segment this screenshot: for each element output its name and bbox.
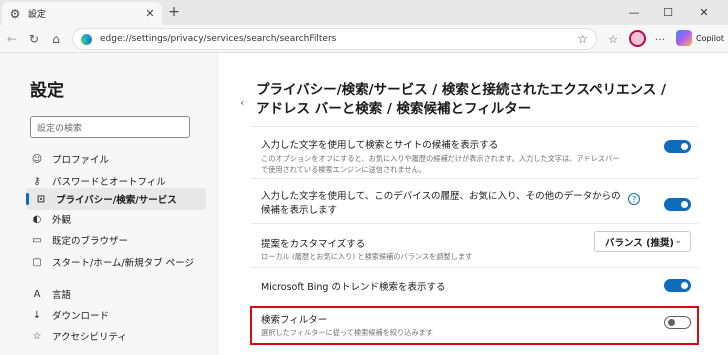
home-page-icon: ▢: [32, 256, 42, 268]
copilot-icon: [676, 30, 692, 46]
copilot-label: Copilot: [696, 33, 725, 43]
page-title: プライバシー/検索/サービス / 検索と接続されたエクスペリエンス / アドレス…: [256, 81, 686, 119]
sidebar-item-accessibility[interactable]: ☆ アクセシビリティ: [26, 325, 206, 347]
help-icon[interactable]: ?: [628, 193, 640, 205]
refresh-icon[interactable]: ↻: [26, 31, 42, 47]
home-icon[interactable]: ⌂: [48, 31, 64, 47]
page-title-line1: プライバシー/検索/サービス / 検索と接続されたエクスペリエンス /: [256, 82, 666, 98]
key-icon: ⚷: [33, 175, 41, 187]
setting-description-line2: で使用されている検索エンジンに送信されません。: [261, 165, 426, 174]
toolbar: ← ↻ ⌂ edge://settings/privacy/services/s…: [0, 25, 728, 53]
sidebar-item-label: ダウンロード: [52, 311, 110, 322]
sidebar-item-downloads[interactable]: ↓ ダウンロード: [26, 304, 206, 326]
setting-customize-suggestions: 提案をカスタマイズする ローカル (履歴とお気に入り) と検索候補のバランスを調…: [251, 223, 698, 265]
setting-device-suggestions: 入力した文字を使用して、このデバイスの履歴、お気に入り、その他のデータからの 候…: [251, 178, 698, 220]
highlight-box: [250, 306, 699, 345]
sidebar-item-label: プロファイル: [52, 155, 110, 166]
close-window-button[interactable]: ✕: [690, 3, 718, 21]
search-suggestions-toggle[interactable]: [664, 140, 691, 153]
selected-indicator: [26, 193, 29, 205]
sidebar-item-appearance[interactable]: ◐ 外観: [26, 208, 206, 230]
gear-icon: ⚙: [9, 6, 21, 21]
favorite-star-icon[interactable]: ☆: [577, 32, 588, 46]
setting-title: 提案をカスタマイズする: [261, 239, 366, 250]
setting-description-line1: このオプションをオフにすると、お気に入りや履歴の候補だけが表示されます。入力した…: [261, 154, 620, 163]
settings-content: 設定 設定の検索 ☺ プロファイル ⚷ パスワードとオートフィル ⊡ プライバシ…: [0, 53, 728, 355]
setting-search-suggestions: 入力した文字を使用して検索とサイトの候補を表示する このオプションをオフにすると…: [251, 126, 698, 178]
device-suggestions-toggle[interactable]: [664, 198, 691, 211]
browser-icon: ▭: [32, 234, 42, 246]
appearance-icon: ◐: [32, 213, 42, 225]
sidebar-item-label: アクセシビリティ: [52, 332, 127, 343]
bing-trending-toggle[interactable]: [664, 279, 691, 292]
sidebar-item-label: パスワードとオートフィル: [52, 177, 166, 188]
edge-logo-icon: [81, 33, 92, 45]
address-bar[interactable]: edge://settings/privacy/services/search/…: [72, 28, 597, 50]
page-title-line2: アドレス バーと検索 / 検索候補とフィルター: [256, 101, 532, 117]
chevron-down-icon: ⌄: [674, 236, 682, 246]
sidebar-item-label: 外観: [52, 215, 72, 226]
sidebar-item-label: 言語: [52, 290, 72, 301]
setting-title: 入力した文字を使用して検索とサイトの候補を表示する: [261, 140, 499, 151]
back-chevron-icon[interactable]: ‹: [240, 96, 244, 109]
sidebar-item-languages[interactable]: A 言語: [26, 283, 206, 305]
sidebar-item-start-home[interactable]: ▢ スタート/ホーム/新規タブ ページ: [26, 251, 206, 273]
suggestion-balance-dropdown[interactable]: バランス (推奨) ⌄: [594, 231, 691, 252]
copilot-button[interactable]: Copilot: [676, 30, 724, 46]
accessibility-icon: ☆: [32, 330, 42, 342]
setting-title-line2: 候補を表示します: [261, 205, 338, 216]
setting-title: Microsoft Bing のトレンド検索を表示する: [261, 282, 446, 293]
minimize-button[interactable]: —: [620, 3, 648, 21]
setting-bing-trending: Microsoft Bing のトレンド検索を表示する: [251, 267, 698, 303]
sidebar-item-privacy[interactable]: ⊡ プライバシー/検索/サービス: [26, 188, 206, 210]
avatar[interactable]: [629, 30, 646, 47]
lock-icon: ⊡: [36, 193, 46, 205]
download-icon: ↓: [32, 309, 42, 321]
more-icon[interactable]: ···: [652, 31, 668, 47]
setting-title: 入力した文字を使用して、このデバイスの履歴、お気に入り、その他のデータからの 候…: [261, 190, 621, 218]
back-icon[interactable]: ←: [4, 31, 20, 47]
sidebar: 設定 設定の検索 ☺ プロファイル ⚷ パスワードとオートフィル ⊡ プライバシ…: [0, 53, 218, 355]
favorites-icon[interactable]: ☆: [605, 31, 621, 47]
sidebar-item-label: スタート/ホーム/新規タブ ページ: [52, 258, 194, 269]
setting-description: ローカル (履歴とお気に入り) と検索候補のバランスを調整します: [261, 252, 473, 261]
dropdown-value: バランス (推奨): [605, 237, 674, 249]
setting-title-line1: 入力した文字を使用して、このデバイスの履歴、お気に入り、その他のデータからの: [261, 191, 621, 202]
sidebar-item-label: 既定のブラウザー: [52, 236, 129, 247]
tab-strip: ⚙ 設定 ✕ + — ☐ ✕: [0, 0, 728, 25]
sidebar-item-default-browser[interactable]: ▭ 既定のブラウザー: [26, 229, 206, 251]
maximize-button[interactable]: ☐: [654, 3, 682, 21]
language-icon: A: [33, 288, 41, 300]
setting-description: このオプションをオフにすると、お気に入りや履歴の候補だけが表示されます。入力した…: [261, 153, 666, 175]
tab-title: 設定: [28, 10, 47, 20]
tab-settings[interactable]: ⚙ 設定 ✕: [2, 2, 162, 25]
profile-icon: ☺: [31, 153, 43, 165]
sidebar-title: 設定: [30, 81, 64, 101]
new-tab-icon[interactable]: +: [166, 4, 182, 20]
sidebar-item-label: プライバシー/検索/サービス: [56, 195, 177, 206]
settings-search-input[interactable]: 設定の検索: [30, 116, 190, 138]
close-tab-icon[interactable]: ✕: [142, 6, 158, 22]
address-text: edge://settings/privacy/services/search/…: [100, 34, 337, 44]
sidebar-item-profile[interactable]: ☺ プロファイル: [26, 148, 206, 170]
